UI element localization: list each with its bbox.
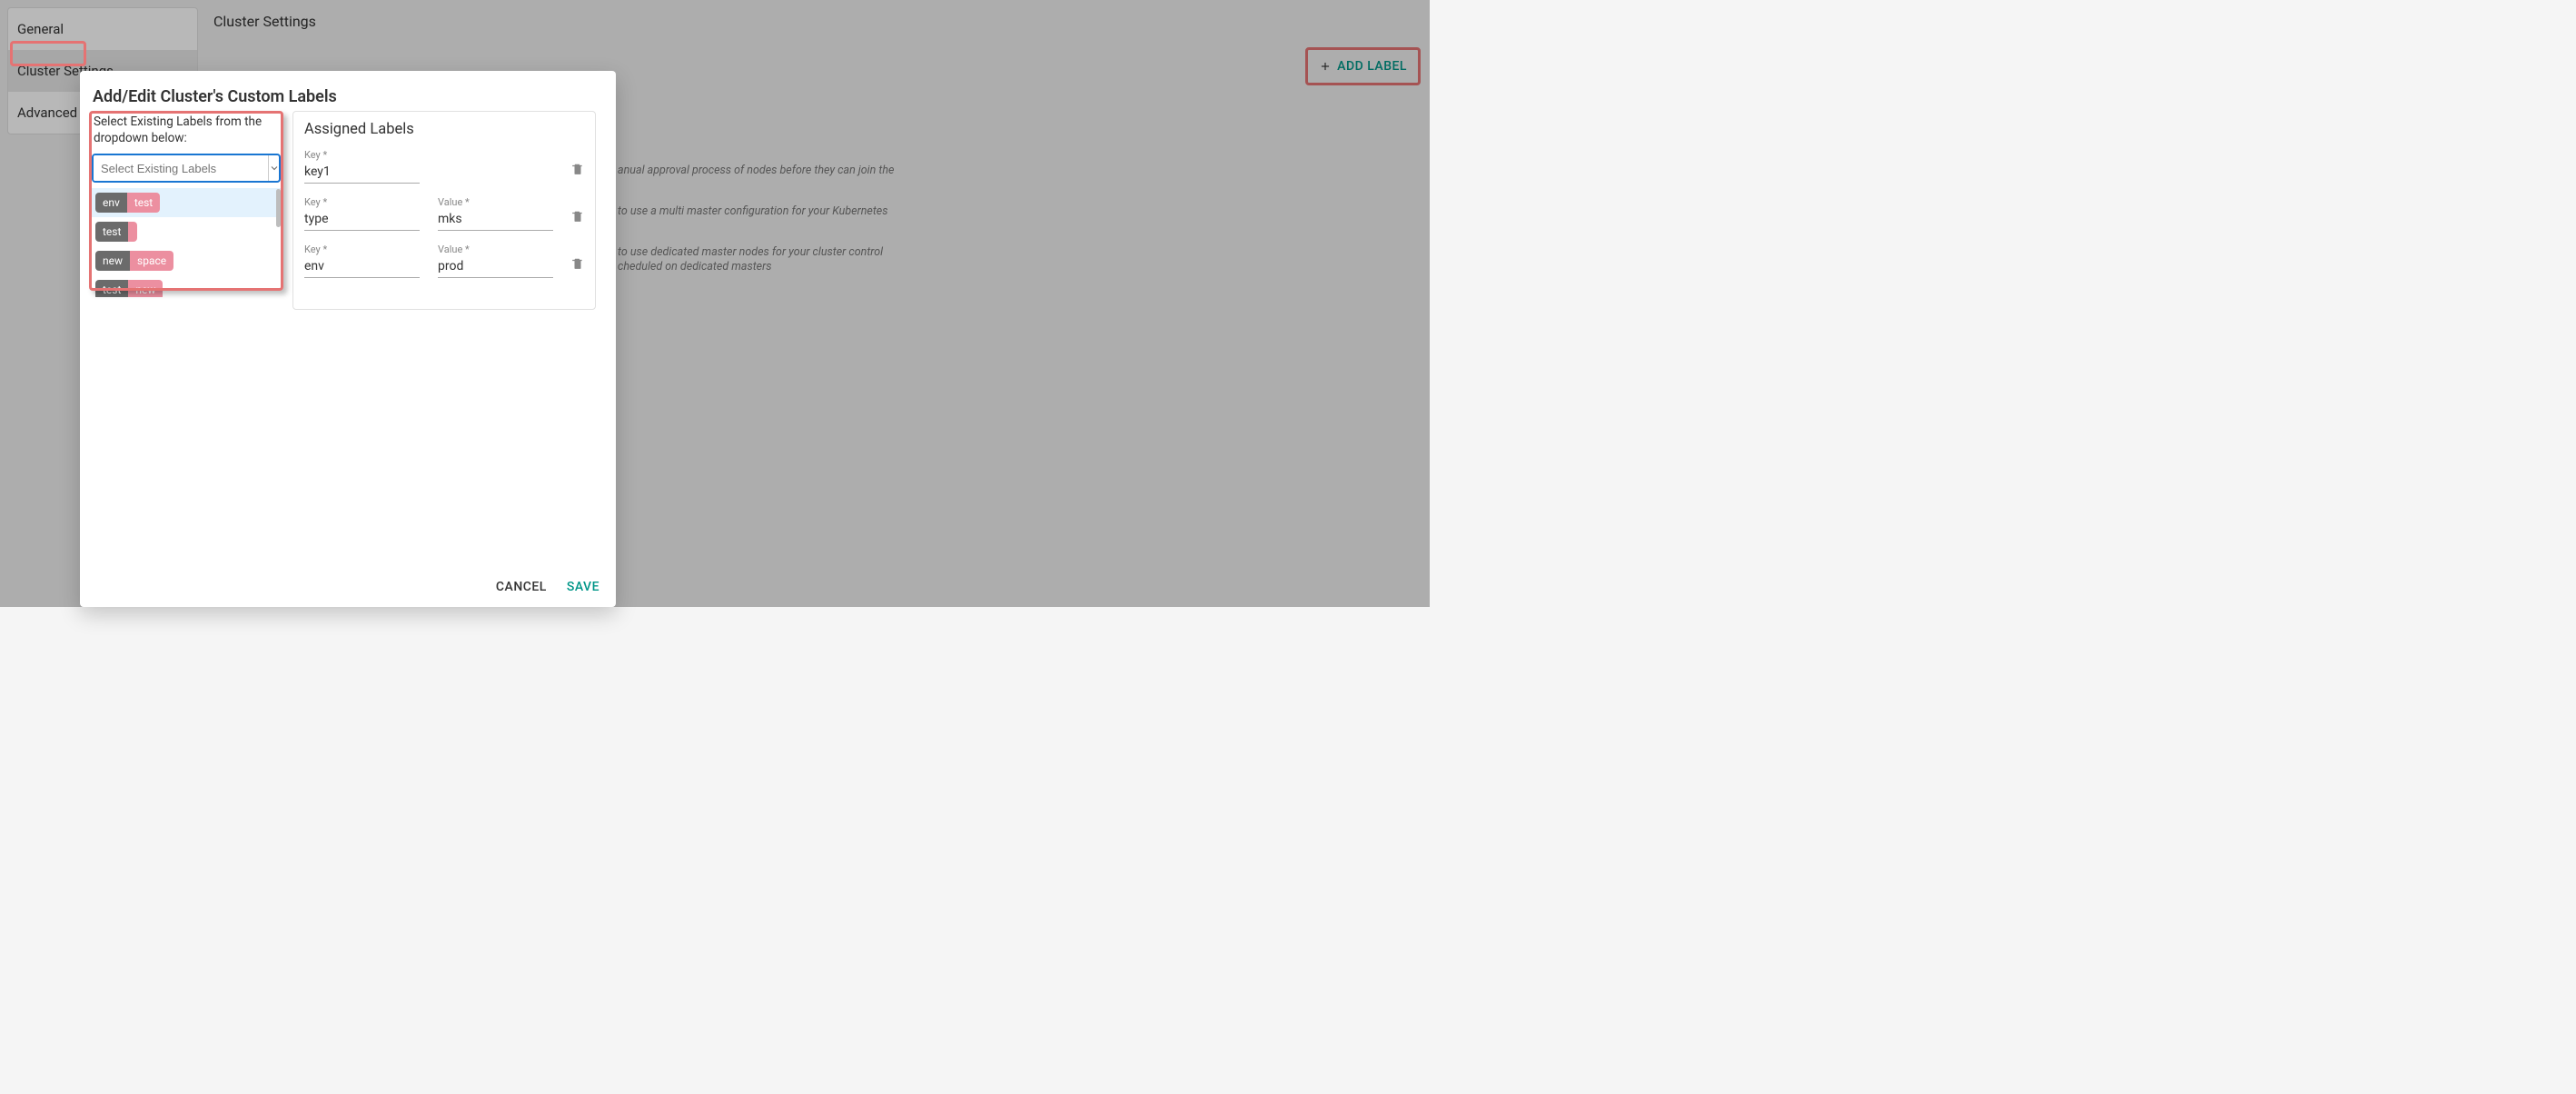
label-value <box>128 222 137 242</box>
key-label: Key * <box>304 149 420 161</box>
label-key: test <box>95 222 128 242</box>
assigned-labels-panel: Assigned Labels Key * key1 Key * type Va… <box>292 111 596 310</box>
key-label: Key * <box>304 196 420 208</box>
label-value: new <box>128 280 163 297</box>
label-value: test <box>127 193 160 213</box>
labels-select-input[interactable] <box>94 155 268 181</box>
dialog-title: Add/Edit Cluster's Custom Labels <box>93 87 603 106</box>
labels-dialog: Add/Edit Cluster's Custom Labels Select … <box>80 71 616 607</box>
select-instruction: Select Existing Labels from the dropdown… <box>92 114 281 146</box>
cancel-button[interactable]: CANCEL <box>496 580 547 594</box>
chevron-down-icon[interactable] <box>268 155 280 181</box>
assigned-row: Key * type Value * mks <box>304 196 584 231</box>
labels-dropdown-list: env test test new space test new <box>92 188 281 297</box>
label-key: test <box>95 280 128 297</box>
select-labels-panel: Select Existing Labels from the dropdown… <box>92 114 281 297</box>
value-input[interactable]: mks <box>438 210 553 231</box>
value-input[interactable]: prod <box>438 257 553 278</box>
key-input[interactable]: type <box>304 210 420 231</box>
value-label: Value * <box>438 196 553 208</box>
assigned-row: Key * key1 <box>304 149 584 184</box>
delete-row-button[interactable] <box>571 256 584 278</box>
labels-select[interactable] <box>92 154 281 183</box>
dropdown-option[interactable]: test new <box>92 275 281 297</box>
dropdown-option[interactable]: test <box>92 217 281 246</box>
save-button[interactable]: SAVE <box>567 580 599 594</box>
delete-row-button[interactable] <box>571 162 584 184</box>
key-input[interactable]: key1 <box>304 163 420 184</box>
trash-icon <box>571 162 584 176</box>
scrollbar[interactable] <box>276 189 281 227</box>
key-input[interactable]: env <box>304 257 420 278</box>
dropdown-option[interactable]: env test <box>92 188 281 217</box>
key-label: Key * <box>304 244 420 255</box>
label-key: new <box>95 251 130 271</box>
dialog-actions: CANCEL SAVE <box>496 580 599 594</box>
trash-icon <box>571 256 584 271</box>
assigned-labels-title: Assigned Labels <box>304 121 584 138</box>
value-label: Value * <box>438 244 553 255</box>
assigned-row: Key * env Value * prod <box>304 244 584 278</box>
dropdown-option[interactable]: new space <box>92 246 281 275</box>
label-value: space <box>130 251 173 271</box>
delete-row-button[interactable] <box>571 209 584 231</box>
trash-icon <box>571 209 584 224</box>
label-key: env <box>95 193 127 213</box>
